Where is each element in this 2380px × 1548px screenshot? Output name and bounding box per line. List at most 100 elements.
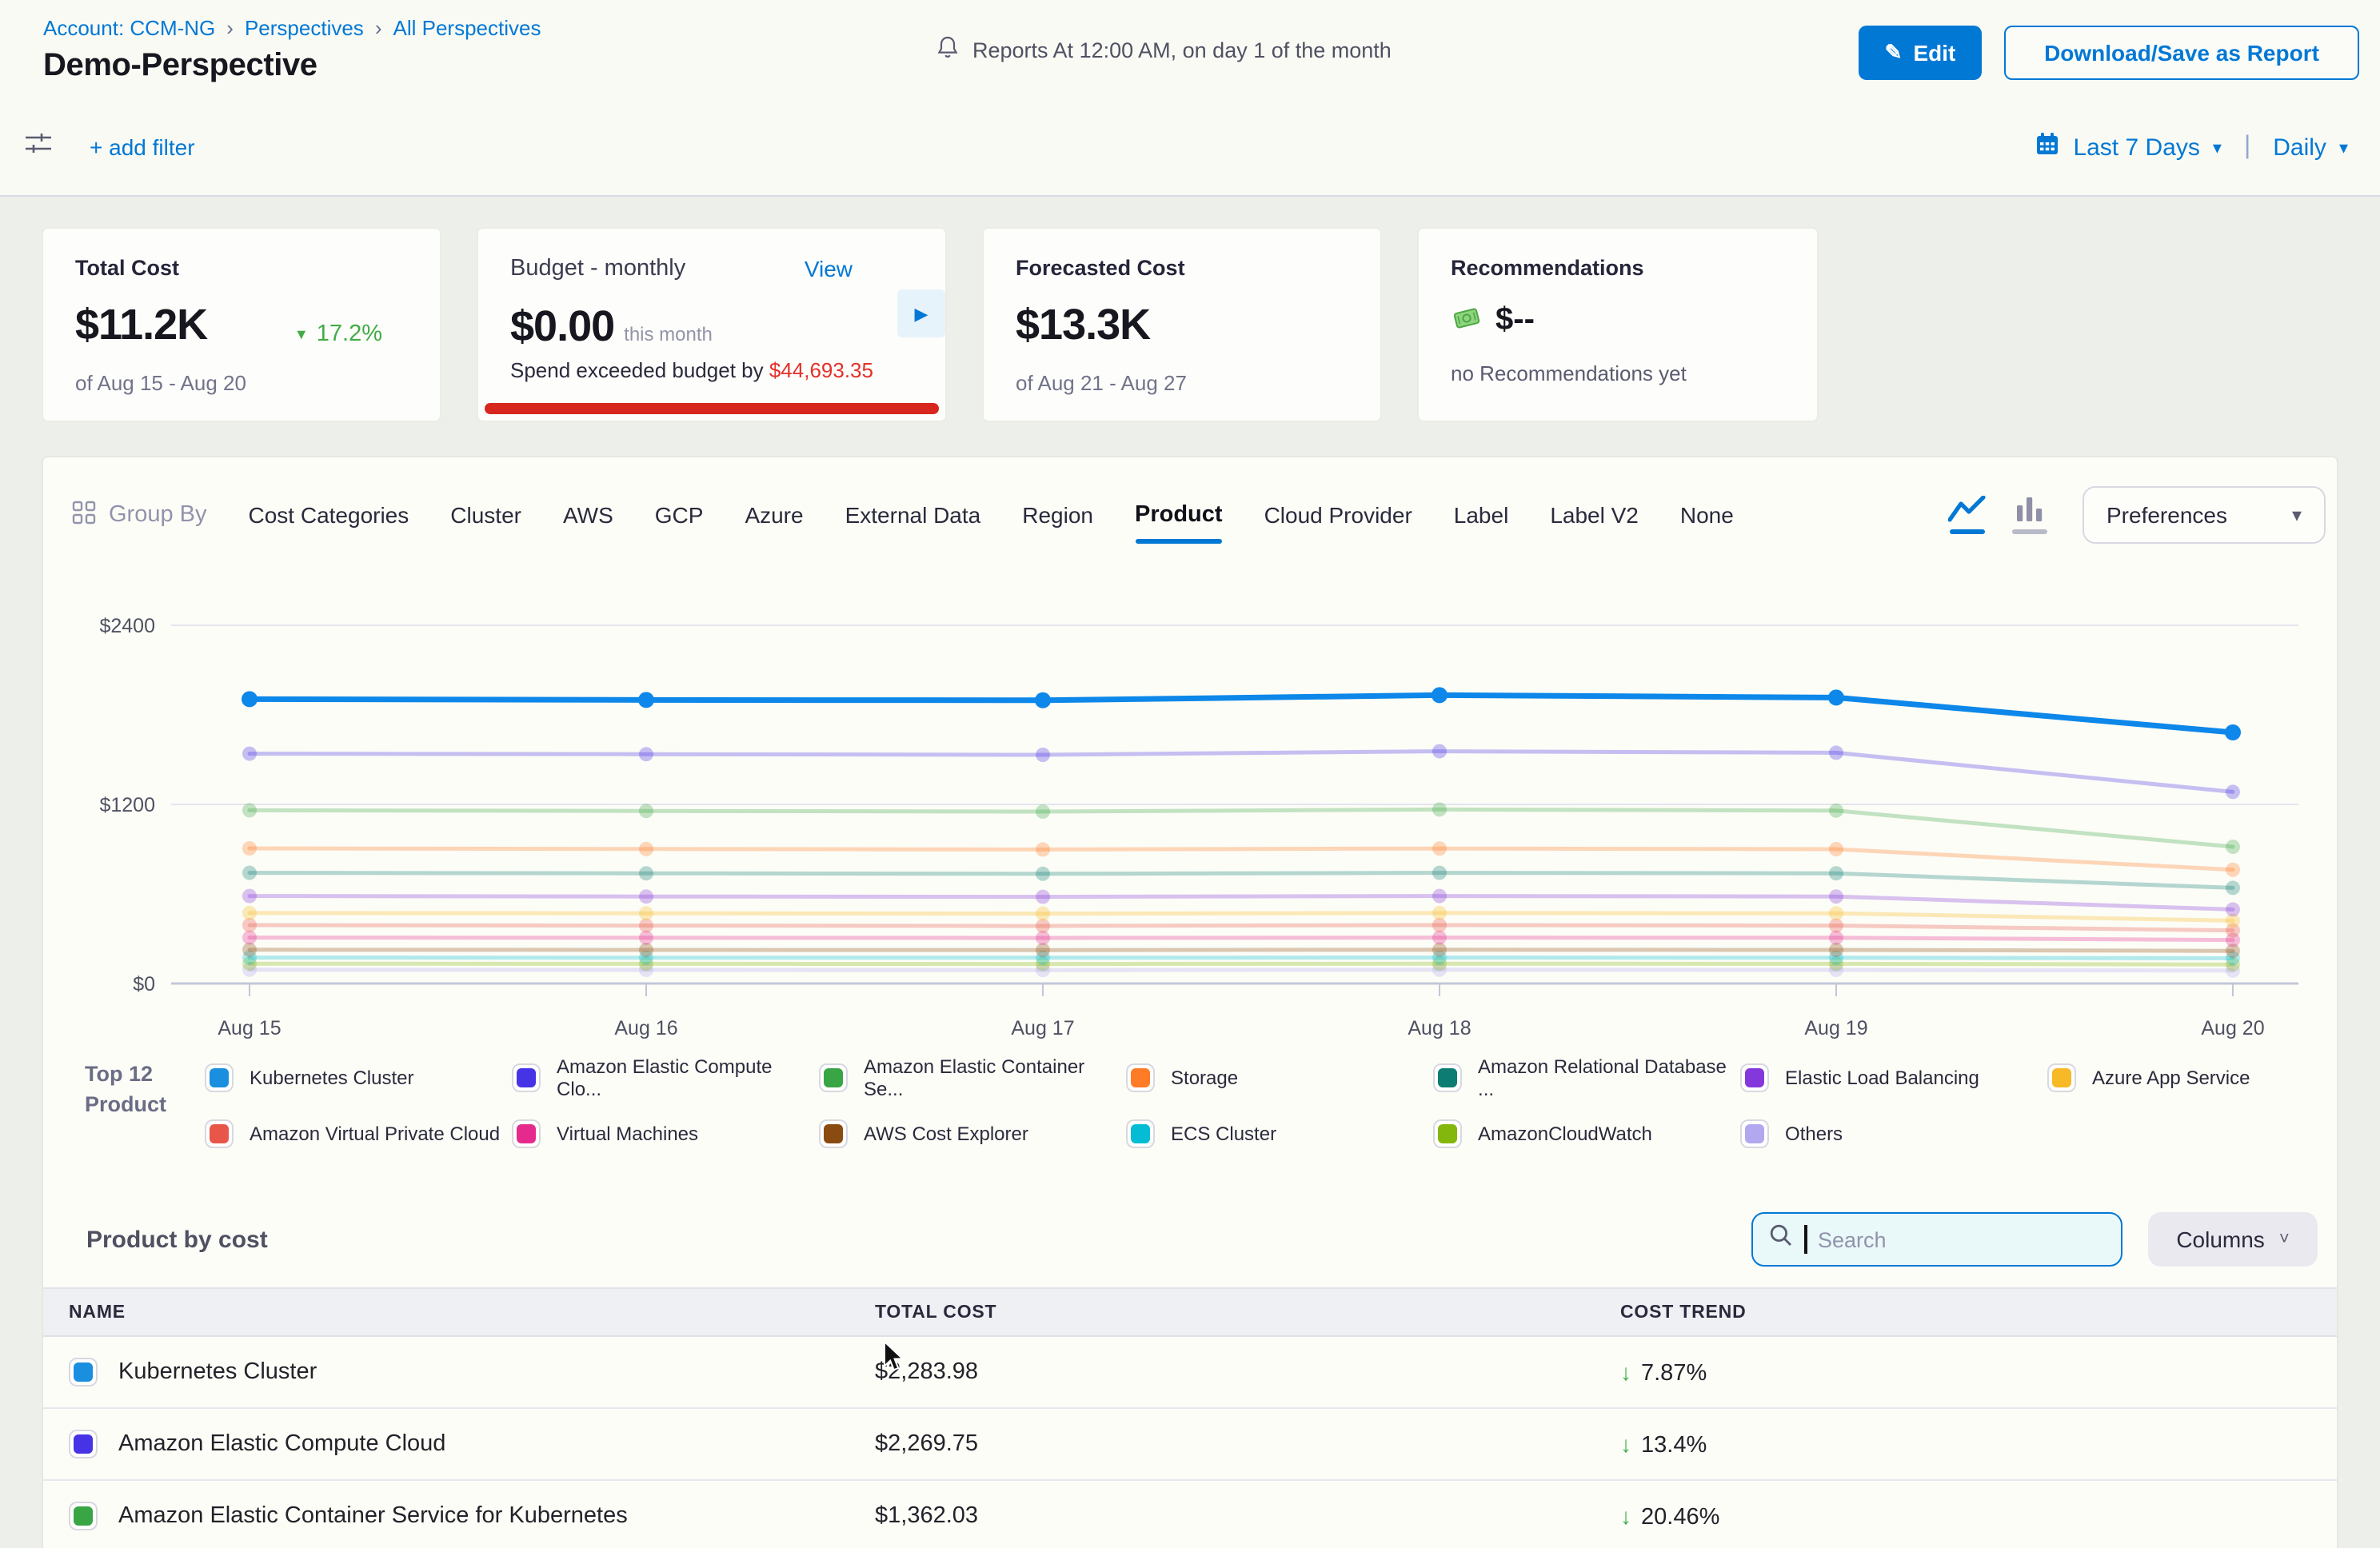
breadcrumb-item[interactable]: Account: CCM-NG — [43, 16, 215, 40]
chart-point[interactable] — [2226, 784, 2240, 799]
chart-point[interactable] — [1829, 906, 1843, 920]
chart-point[interactable] — [1036, 890, 1050, 904]
tab-external-data[interactable]: External Data — [845, 502, 981, 528]
bar-chart-icon[interactable] — [2012, 496, 2047, 534]
table-row[interactable]: Kubernetes Cluster$2,283.98↓7.87% — [43, 1336, 2337, 1408]
download-save-report-button[interactable]: Download/Save as Report — [2004, 26, 2359, 80]
legend-item[interactable]: AmazonCloudWatch — [1433, 1119, 1740, 1148]
edit-button[interactable]: ✎ Edit — [1859, 26, 1982, 80]
search-box[interactable] — [1751, 1212, 2122, 1267]
chart-point[interactable] — [242, 866, 257, 880]
legend-item[interactable]: AWS Cost Explorer — [819, 1119, 1126, 1148]
legend-item[interactable]: Others — [1740, 1119, 2047, 1148]
tab-cluster[interactable]: Cluster — [450, 502, 521, 528]
chart-point[interactable] — [242, 931, 257, 945]
add-filter-button[interactable]: + add filter — [90, 134, 195, 160]
filter-sliders-icon[interactable] — [22, 129, 54, 166]
budget-value: $0.00 — [510, 302, 614, 352]
table-row[interactable]: Amazon Elastic Compute Cloud$2,269.75↓13… — [43, 1408, 2337, 1480]
tab-none[interactable]: None — [1680, 502, 1734, 528]
legend-item[interactable]: Amazon Elastic Container Se... — [819, 1055, 1126, 1100]
budget-view-link[interactable]: View — [805, 256, 853, 281]
chart-point[interactable] — [1829, 919, 1843, 933]
chart-point[interactable] — [242, 841, 257, 856]
date-range-dropdown[interactable]: Last 7 Days ▾ — [2035, 131, 2222, 163]
arrow-down-icon: ↓ — [1620, 1502, 1631, 1528]
chart-point[interactable] — [242, 803, 257, 817]
line-chart-icon[interactable] — [1948, 496, 1987, 534]
legend-item[interactable]: Amazon Virtual Private Cloud — [205, 1119, 512, 1148]
table-row[interactable]: Amazon Elastic Container Service for Kub… — [43, 1480, 2337, 1548]
chart-point[interactable] — [1036, 804, 1050, 819]
chart-point[interactable] — [2226, 902, 2240, 916]
chart-point[interactable] — [1432, 889, 1447, 904]
chart-point[interactable] — [1829, 804, 1843, 818]
column-header-cost-trend[interactable]: COST TREND — [1595, 1288, 2337, 1336]
chart-point[interactable] — [1036, 907, 1050, 921]
chart-point[interactable] — [1829, 745, 1843, 760]
chart-point[interactable] — [1829, 889, 1843, 904]
legend-item[interactable]: Virtual Machines — [512, 1119, 819, 1148]
tab-gcp[interactable]: GCP — [655, 502, 704, 528]
chart-point[interactable] — [1432, 841, 1447, 856]
calendar-icon — [2035, 131, 2060, 163]
chart-point[interactable] — [1829, 866, 1843, 880]
chart-point[interactable] — [242, 906, 257, 920]
chart-point[interactable] — [1432, 744, 1447, 759]
tab-region[interactable]: Region — [1022, 502, 1093, 528]
budget-next-button[interactable]: ▶ — [897, 289, 945, 337]
legend-item[interactable]: Azure App Service — [2047, 1055, 2354, 1100]
chart-point[interactable] — [1432, 866, 1447, 880]
columns-dropdown[interactable]: Columns ˅ — [2148, 1212, 2318, 1267]
chart-point[interactable] — [1432, 802, 1447, 816]
chevron-down-icon: ˅ — [2279, 1230, 2290, 1249]
preferences-dropdown[interactable]: Preferences ▾ — [2082, 486, 2326, 544]
search-input[interactable] — [1818, 1227, 2074, 1251]
chart-point[interactable] — [639, 866, 653, 880]
legend-item[interactable]: Kubernetes Cluster — [205, 1055, 512, 1100]
legend-item[interactable]: Amazon Elastic Compute Clo... — [512, 1055, 819, 1100]
cost-trend-chart: $2400$1200$0Aug 15Aug 16Aug 17Aug 18Aug … — [43, 590, 2337, 1078]
tab-aws[interactable]: AWS — [563, 502, 613, 528]
granularity-dropdown[interactable]: Daily ▾ — [2273, 134, 2348, 161]
column-header-total-cost[interactable]: TOTAL COST — [875, 1288, 1595, 1336]
legend-item[interactable]: ECS Cluster — [1126, 1119, 1433, 1148]
tab-azure[interactable]: Azure — [745, 502, 803, 528]
chart-point[interactable] — [2226, 863, 2240, 877]
chart-point[interactable] — [639, 919, 653, 933]
chart-point[interactable] — [242, 747, 257, 761]
total-cost-card: Total Cost $11.2K ▼ 17.2% of Aug 15 - Au… — [42, 227, 441, 422]
chart-point[interactable] — [242, 691, 258, 707]
tab-cost-categories[interactable]: Cost Categories — [249, 502, 409, 528]
tab-label-v2[interactable]: Label V2 — [1550, 502, 1639, 528]
chart-point[interactable] — [638, 692, 654, 708]
chart-point[interactable] — [1035, 692, 1051, 708]
column-header-name[interactable]: NAME — [43, 1288, 875, 1336]
breadcrumb-item[interactable]: Perspectives — [245, 16, 364, 40]
tab-label[interactable]: Label — [1454, 502, 1509, 528]
chart-point[interactable] — [2226, 840, 2240, 854]
chart-point[interactable] — [1036, 748, 1050, 762]
legend-item[interactable]: Amazon Relational Database ... — [1433, 1055, 1740, 1100]
chart-point[interactable] — [1432, 687, 1448, 703]
chart-point[interactable] — [1036, 842, 1050, 856]
chart-point[interactable] — [1432, 931, 1447, 945]
chart-point[interactable] — [1036, 919, 1050, 933]
legend-item[interactable]: Storage — [1126, 1055, 1433, 1100]
chart-point[interactable] — [1432, 906, 1447, 920]
tab-cloud-provider[interactable]: Cloud Provider — [1264, 502, 1412, 528]
chart-point[interactable] — [639, 906, 653, 920]
chart-point[interactable] — [2226, 880, 2240, 895]
chart-point[interactable] — [639, 747, 653, 761]
tab-product[interactable]: Product — [1135, 502, 1223, 528]
chart-point[interactable] — [639, 889, 653, 904]
breadcrumb-item[interactable]: All Perspectives — [393, 16, 541, 40]
chart-point[interactable] — [1036, 867, 1050, 881]
chart-point[interactable] — [1829, 842, 1843, 856]
chart-point[interactable] — [242, 889, 257, 904]
chart-point[interactable] — [639, 804, 653, 818]
chart-point[interactable] — [1828, 689, 1844, 705]
legend-item[interactable]: Elastic Load Balancing — [1740, 1055, 2047, 1100]
chart-point[interactable] — [2225, 724, 2241, 740]
chart-point[interactable] — [639, 842, 653, 856]
